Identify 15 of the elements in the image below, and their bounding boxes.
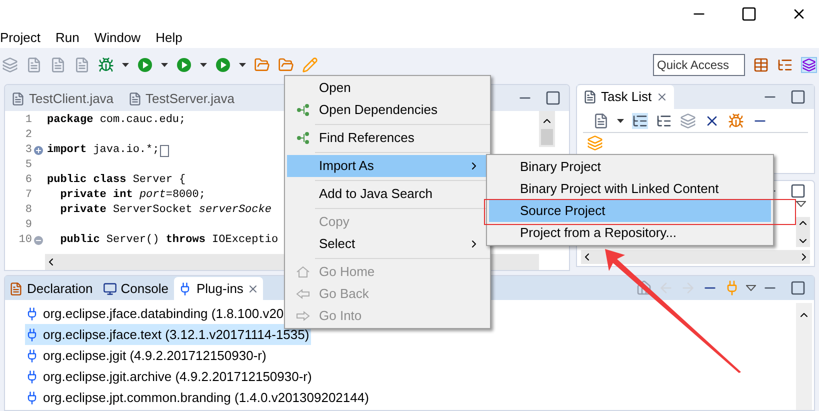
code-line: import java.io.*; — [46, 143, 160, 158]
code-line: package com.cauc.edu; — [46, 113, 186, 128]
line-number: 7 — [24, 188, 33, 203]
line-number: 5 — [24, 158, 33, 173]
line-number: 3 — [24, 143, 33, 158]
line-number: 8 — [24, 203, 33, 218]
line-number: 9 — [24, 218, 33, 233]
line-number: 2 — [24, 128, 33, 143]
code-line: private ServerSocket serverSocke — [59, 203, 272, 218]
code-line: private int port=8000; — [59, 188, 206, 203]
line-number: 1 — [24, 113, 33, 128]
code-line: public class Server { — [46, 173, 186, 188]
line-number: 10 — [18, 233, 33, 248]
code-line: public Server() throws IOExceptio — [59, 233, 278, 248]
line-number: 6 — [24, 173, 33, 188]
